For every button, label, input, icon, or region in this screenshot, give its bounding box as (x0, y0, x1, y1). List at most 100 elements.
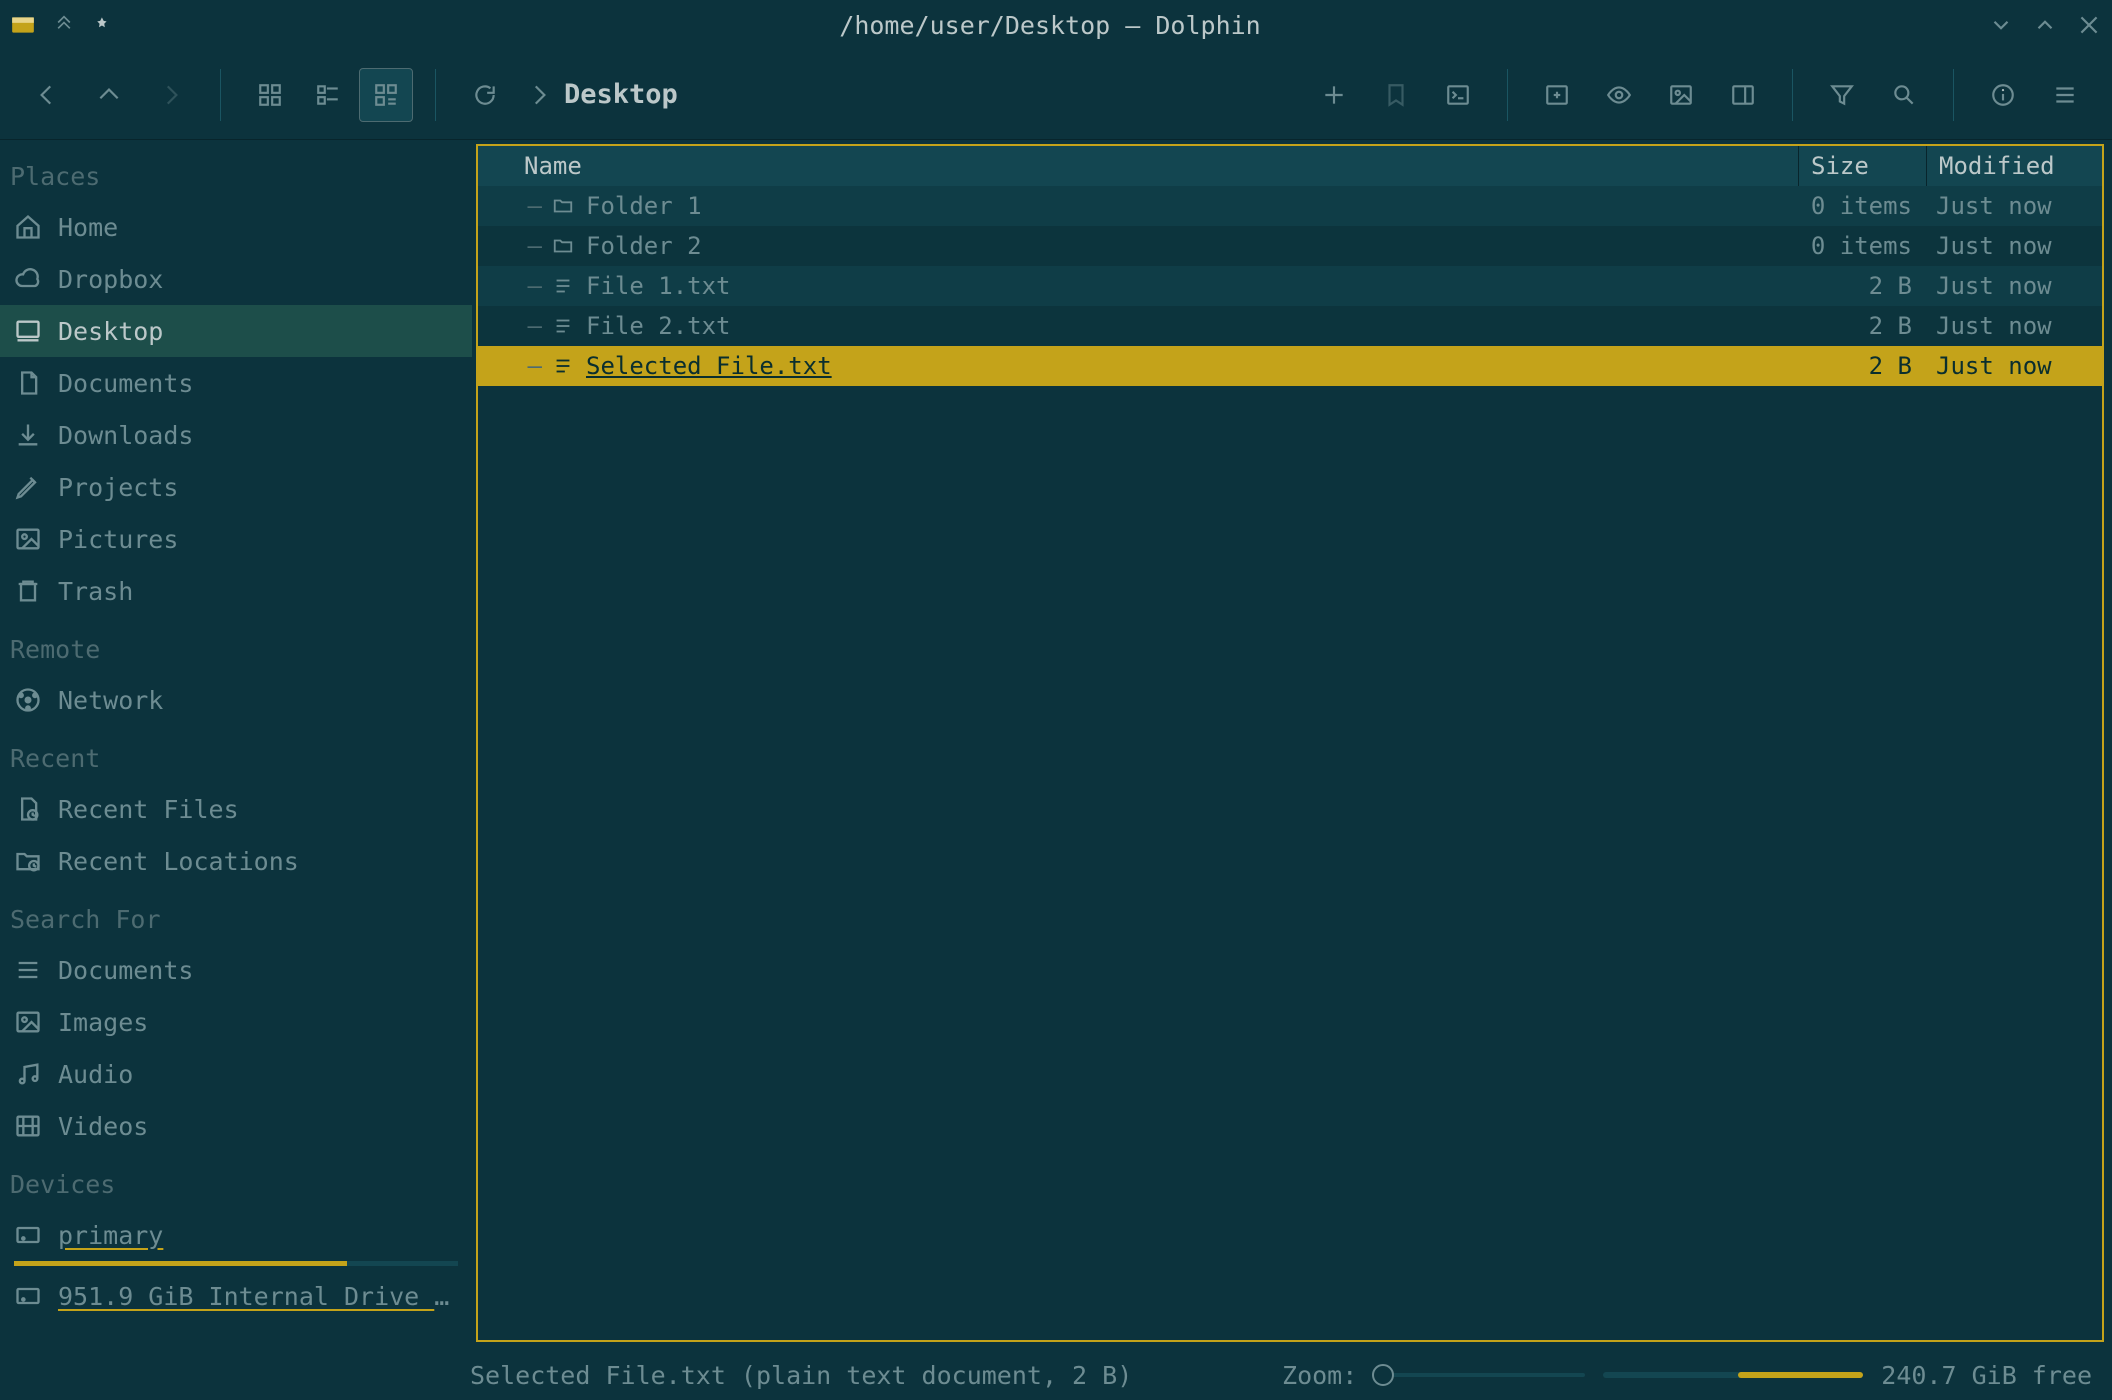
download-icon (14, 421, 42, 449)
info-panel-button[interactable] (1716, 68, 1770, 122)
details-view-button[interactable] (359, 68, 413, 122)
tree-guide: — (478, 192, 548, 220)
file-row[interactable]: —File 1.txt2 BJust now (478, 266, 2102, 306)
file-row[interactable]: —Folder 20 itemsJust now (478, 226, 2102, 266)
zoom-slider[interactable] (1375, 1373, 1585, 1377)
hamburger-menu-button[interactable] (2038, 68, 2092, 122)
file-name: Folder 2 (578, 232, 1798, 260)
sidebar-item-images[interactable]: Images (0, 996, 472, 1048)
column-header-size[interactable]: Size (1798, 146, 1926, 186)
file-name: Folder 1 (578, 192, 1798, 220)
file-modified: Just now (1926, 272, 2102, 300)
trash-icon (14, 577, 42, 605)
file-icon (548, 355, 578, 377)
breadcrumb[interactable]: Desktop (526, 79, 678, 110)
file-icon (548, 275, 578, 297)
sidebar-item-recent-files[interactable]: Recent Files (0, 783, 472, 835)
sidebar-heading: Places (0, 144, 472, 201)
bookmark-button[interactable] (1369, 68, 1423, 122)
file-name: File 2.txt (578, 312, 1798, 340)
file-size: 2 B (1798, 352, 1926, 380)
lines-icon (14, 956, 42, 984)
sidebar-item-recent-locations[interactable]: Recent Locations (0, 835, 472, 887)
places-sidebar: PlacesHome Dropbox Desktop Documents Downloa… (0, 140, 472, 1350)
new-tab-button[interactable] (1530, 68, 1584, 122)
sidebar-item-951-9-gib-internal-drive-[interactable]: 951.9 GiB Internal Drive (… (0, 1270, 472, 1322)
sidebar-item-pictures[interactable]: Pictures (0, 513, 472, 565)
terminal-button[interactable] (1431, 68, 1485, 122)
sidebar-item-label: 951.9 GiB Internal Drive (… (58, 1282, 458, 1311)
sidebar-item-videos[interactable]: Videos (0, 1100, 472, 1152)
desktop-icon (14, 317, 42, 345)
pin-icon[interactable] (92, 15, 112, 35)
refresh-button[interactable] (458, 68, 512, 122)
sidebar-item-label: Dropbox (58, 265, 458, 294)
filter-button[interactable] (1815, 68, 1869, 122)
forward-button[interactable] (144, 68, 198, 122)
sidebar-item-documents[interactable]: Documents (0, 357, 472, 409)
file-list[interactable]: — Folder 10 itemsJust now —Folder 20 items… (478, 186, 2102, 1340)
file-name: Selected File.txt (578, 352, 1798, 380)
search-button[interactable] (1877, 68, 1931, 122)
sidebar-item-dropbox[interactable]: Dropbox (0, 253, 472, 305)
toolbar: Desktop (0, 50, 2112, 140)
file-size: 0 items (1798, 232, 1926, 260)
file-name: File 1.txt (578, 272, 1798, 300)
video-icon (14, 1112, 42, 1140)
sidebar-item-documents[interactable]: Documents (0, 944, 472, 996)
recent-loc-icon (14, 847, 42, 875)
minimize-button[interactable] (1988, 12, 2014, 38)
icon-view-button[interactable] (243, 68, 297, 122)
new-button[interactable] (1307, 68, 1361, 122)
sidebar-item-label: Projects (58, 473, 458, 502)
titlebar: /home/user/Desktop — Dolphin (0, 0, 2112, 50)
sidebar-item-label: Pictures (58, 525, 458, 554)
breadcrumb-segment[interactable]: Desktop (564, 79, 678, 110)
about-button[interactable] (1976, 68, 2030, 122)
maximize-button[interactable] (2032, 12, 2058, 38)
chevron-right-icon (526, 82, 552, 108)
sidebar-item-trash[interactable]: Trash (0, 565, 472, 617)
statusbar: Selected File.txt (plain text document, … (0, 1350, 2112, 1400)
compact-view-button[interactable] (301, 68, 355, 122)
sidebar-item-label: Recent Locations (58, 847, 458, 876)
sidebar-item-label: Recent Files (58, 795, 458, 824)
file-icon (548, 315, 578, 337)
disk-free-text: 240.7 GiB free (1881, 1361, 2092, 1390)
sidebar-heading: Recent (0, 726, 472, 783)
file-list-header: Name Size Modified (478, 146, 2102, 186)
sidebar-item-home[interactable]: Home (0, 201, 472, 253)
folder-icon (548, 235, 578, 257)
file-modified: Just now (1926, 192, 2102, 220)
drive-icon (14, 1282, 42, 1310)
sidebar-item-network[interactable]: Network (0, 674, 472, 726)
pencil-icon (14, 473, 42, 501)
folder-icon (548, 195, 578, 217)
up-button[interactable] (82, 68, 136, 122)
preview-toggle-button[interactable] (1592, 68, 1646, 122)
sidebar-item-label: Network (58, 686, 458, 715)
sidebar-item-desktop[interactable]: Desktop (0, 305, 472, 357)
sidebar-item-primary[interactable]: primary (0, 1209, 472, 1261)
sidebar-item-label: Audio (58, 1060, 458, 1089)
column-header-modified[interactable]: Modified (1926, 146, 2102, 186)
collapse-up-icon[interactable] (54, 15, 74, 35)
sidebar-item-projects[interactable]: Projects (0, 461, 472, 513)
sidebar-heading: Devices (0, 1152, 472, 1209)
file-row[interactable]: —File 2.txt2 BJust now (478, 306, 2102, 346)
sidebar-item-label: Documents (58, 369, 458, 398)
image-icon (14, 1008, 42, 1036)
sidebar-item-downloads[interactable]: Downloads (0, 409, 472, 461)
back-button[interactable] (20, 68, 74, 122)
close-button[interactable] (2076, 12, 2102, 38)
file-row-selected[interactable]: —Selected File.txt2 BJust now (478, 346, 2102, 386)
device-usage-bar (14, 1261, 458, 1266)
doc-icon (14, 369, 42, 397)
sidebar-item-label: primary (58, 1221, 458, 1250)
sidebar-item-audio[interactable]: Audio (0, 1048, 472, 1100)
zoom-slider-thumb[interactable] (1372, 1364, 1394, 1386)
column-header-name[interactable]: Name (478, 146, 1798, 186)
file-row[interactable]: —Folder 10 itemsJust now (478, 186, 2102, 226)
sidebar-item-label: Images (58, 1008, 458, 1037)
image-preview-button[interactable] (1654, 68, 1708, 122)
